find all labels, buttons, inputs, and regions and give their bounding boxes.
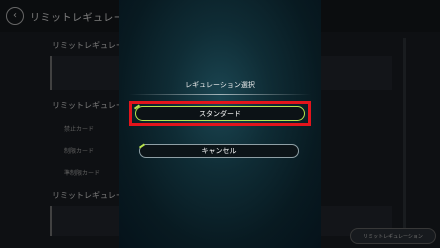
list-item: 制限カード	[64, 148, 95, 155]
regulation-select-dialog: レギュレーション選択 スタンダード キャンセル	[119, 0, 321, 248]
standard-label: スタンダード	[199, 109, 241, 118]
divider	[129, 94, 311, 95]
list-item: 準制限カード	[64, 170, 101, 177]
cancel-label: キャンセル	[201, 147, 237, 155]
standard-button[interactable]: スタンダード	[135, 106, 305, 121]
regulation-button[interactable]: リミットレギュレーション	[350, 228, 436, 244]
list-item: 禁止カード	[64, 126, 95, 133]
chevron-left-icon: ‹	[13, 10, 17, 21]
scrollbar[interactable]	[403, 38, 406, 228]
cancel-button[interactable]: キャンセル	[139, 144, 299, 158]
back-button[interactable]: ‹	[6, 7, 24, 25]
dialog-title: レギュレーション選択	[185, 81, 255, 89]
